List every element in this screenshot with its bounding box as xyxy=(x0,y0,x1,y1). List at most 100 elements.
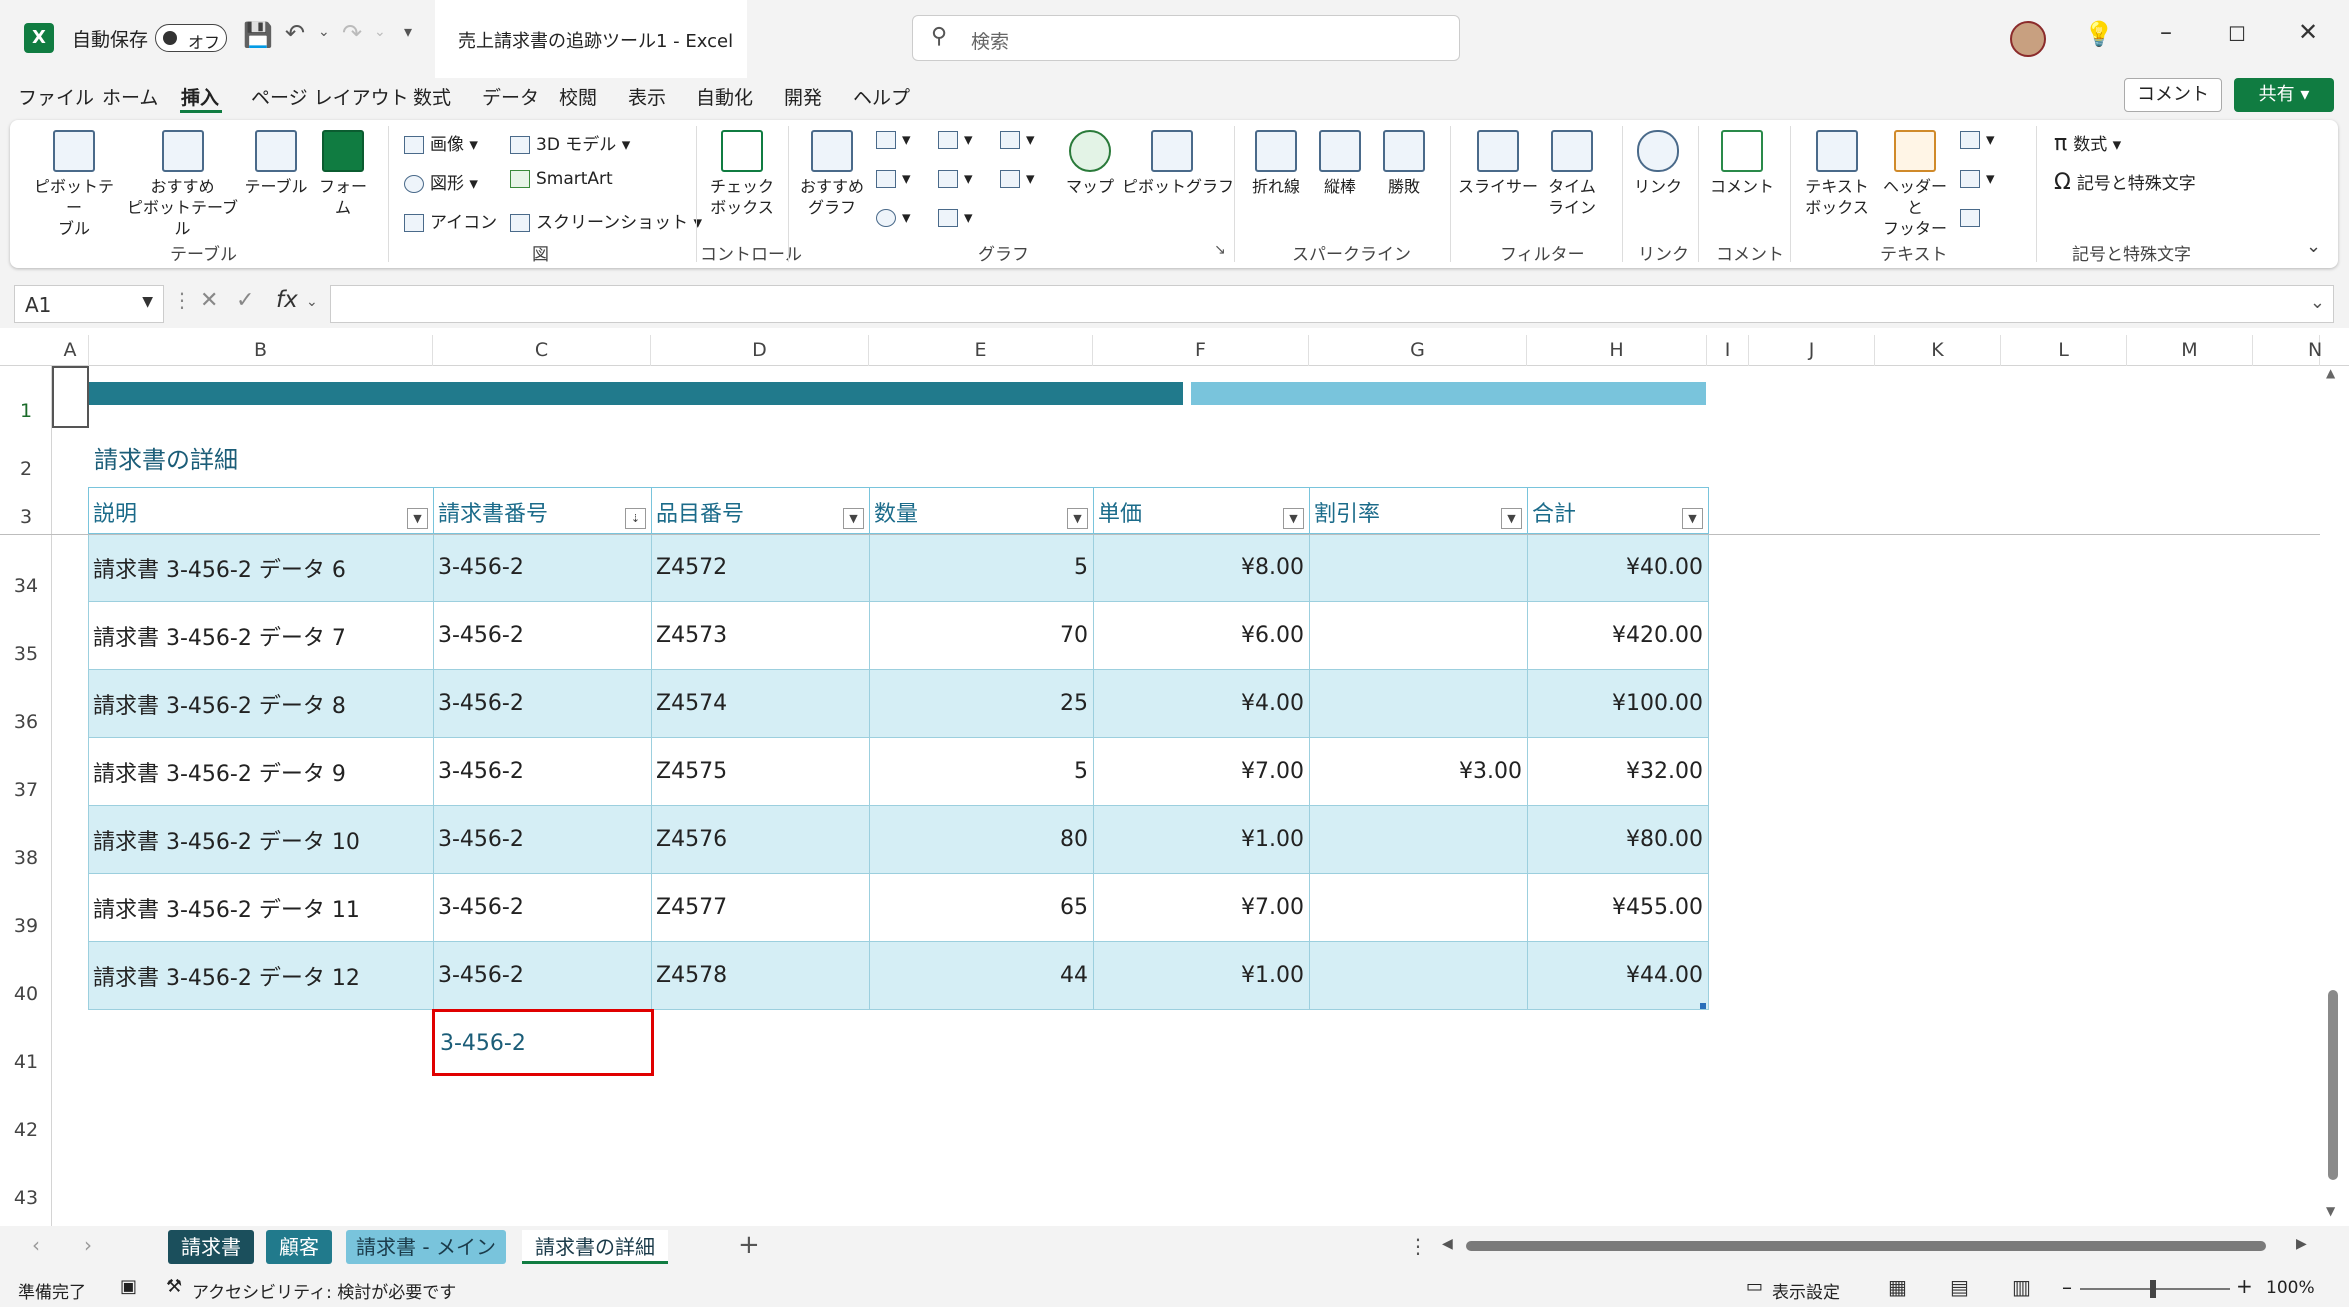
cell-description[interactable]: 請求書 3-456-2 データ 8 xyxy=(88,669,434,738)
textbox-button[interactable]: テキスト ボックス xyxy=(1800,130,1874,218)
combo-chart-button[interactable]: ▾ xyxy=(1000,169,1035,189)
pivot-chart-button[interactable]: ピボットグラフ xyxy=(1122,130,1234,197)
scroll-down-icon[interactable]: ▼ xyxy=(2326,1204,2335,1218)
column-header-a[interactable]: A xyxy=(52,335,89,366)
tab-review[interactable]: 校閲 xyxy=(559,83,597,110)
smartart-button[interactable]: SmartArt xyxy=(510,169,613,189)
header-cell-unit-price[interactable]: 単価 ▼ xyxy=(1093,487,1310,534)
search-box[interactable]: ⚲ 検索 xyxy=(912,15,1460,61)
row-header-3[interactable]: 3 xyxy=(0,506,52,528)
tab-data[interactable]: データ xyxy=(482,83,539,110)
selected-cell-a1[interactable] xyxy=(52,366,89,428)
filter-dropdown-icon[interactable]: ▼ xyxy=(1067,508,1088,529)
3d-model-button[interactable]: 3D モデル ▾ xyxy=(510,130,630,155)
accessibility-icon[interactable]: ⚒ xyxy=(166,1276,182,1297)
minimize-icon[interactable]: – xyxy=(2160,18,2172,46)
column-header-l[interactable]: L xyxy=(2001,335,2127,366)
cell-description[interactable]: 請求書 3-456-2 データ 11 xyxy=(88,873,434,942)
sheet-tab-invoice-details[interactable]: 請求書の詳細 xyxy=(522,1230,668,1264)
forms-button[interactable]: フォー ム xyxy=(312,130,374,218)
row-header-40[interactable]: 40 xyxy=(0,983,52,1005)
column-header-j[interactable]: J xyxy=(1749,335,1875,366)
tab-file[interactable]: ファイル xyxy=(18,83,94,110)
cell-total[interactable]: ¥32.00 xyxy=(1527,737,1709,806)
cell-total[interactable]: ¥100.00 xyxy=(1527,669,1709,738)
cell-total[interactable]: ¥44.00 xyxy=(1527,941,1709,1010)
cell-invoice-number[interactable]: 3-456-2 xyxy=(433,737,652,806)
column-header-m[interactable]: M xyxy=(2127,335,2253,366)
prev-sheet-icon[interactable]: ‹ xyxy=(32,1233,40,1257)
scroll-left-icon[interactable]: ◀ xyxy=(1442,1236,1453,1252)
macro-record-icon[interactable]: ▣ xyxy=(120,1276,137,1297)
cell-description[interactable]: 請求書 3-456-2 データ 10 xyxy=(88,805,434,874)
column-header-n[interactable]: N xyxy=(2253,335,2322,366)
sheet-tab-invoice[interactable]: 請求書 xyxy=(168,1230,254,1264)
row-header-35[interactable]: 35 xyxy=(0,643,52,665)
share-button[interactable]: 共有 ▾ xyxy=(2234,78,2334,112)
symbol-button[interactable]: Ω 記号と特殊文字 xyxy=(2054,169,2196,195)
cell-discount[interactable] xyxy=(1309,941,1528,1010)
maps-button[interactable]: マップ xyxy=(1062,130,1118,197)
row-header-36[interactable]: 36 xyxy=(0,711,52,733)
equation-button[interactable]: π 数式 ▾ xyxy=(2054,130,2121,156)
display-settings[interactable]: 表示設定 xyxy=(1772,1278,1840,1303)
customize-qat-icon[interactable]: ▾ xyxy=(404,22,412,41)
cell-description[interactable]: 請求書 3-456-2 データ 6 xyxy=(88,533,434,602)
scroll-up-icon[interactable]: ▲ xyxy=(2326,366,2335,380)
page-break-view-icon[interactable]: ▥ xyxy=(2012,1275,2031,1299)
column-header-k[interactable]: K xyxy=(1875,335,2001,366)
row-header-39[interactable]: 39 xyxy=(0,915,52,937)
cell-item-number[interactable]: Z4575 xyxy=(651,737,870,806)
tab-automate[interactable]: 自動化 xyxy=(696,83,753,110)
filter-dropdown-icon[interactable]: ▼ xyxy=(843,508,864,529)
cell-quantity[interactable]: 25 xyxy=(869,669,1094,738)
horizontal-scroll-thumb[interactable] xyxy=(1466,1241,2266,1251)
cell-quantity[interactable]: 5 xyxy=(869,533,1094,602)
sparkline-winloss-button[interactable]: 勝敗 xyxy=(1376,130,1432,197)
tab-split-handle-icon[interactable]: ⋮ xyxy=(1408,1234,1428,1258)
column-header-g[interactable]: G xyxy=(1309,335,1527,366)
column-header-i[interactable]: I xyxy=(1707,335,1749,366)
column-header-h[interactable]: H xyxy=(1527,335,1707,366)
header-cell-discount[interactable]: 割引率 ▼ xyxy=(1309,487,1528,534)
maximize-icon[interactable]: ☐ xyxy=(2228,22,2246,46)
chart-dialog-launcher-icon[interactable]: ↘ xyxy=(1214,242,1226,258)
cell-total[interactable]: ¥80.00 xyxy=(1527,805,1709,874)
row-header-42[interactable]: 42 xyxy=(0,1119,52,1141)
cell-total[interactable]: ¥420.00 xyxy=(1527,601,1709,670)
statistic-chart-button[interactable]: ▾ xyxy=(938,169,973,189)
column-chart-button[interactable]: ▾ xyxy=(876,130,911,150)
cell-unit-price[interactable]: ¥6.00 xyxy=(1093,601,1310,670)
tab-developer[interactable]: 開発 xyxy=(784,83,822,110)
icons-button[interactable]: アイコン xyxy=(404,208,497,233)
cell-discount[interactable]: ¥3.00 xyxy=(1309,737,1528,806)
cell-invoice-number[interactable]: 3-456-2 xyxy=(433,805,652,874)
cell-invoice-number[interactable]: 3-456-2 xyxy=(433,601,652,670)
close-icon[interactable]: ✕ xyxy=(2298,18,2318,46)
image-button[interactable]: 画像 ▾ xyxy=(404,130,478,155)
cell-discount[interactable] xyxy=(1309,873,1528,942)
cell-item-number[interactable]: Z4573 xyxy=(651,601,870,670)
highlighted-cell-c41[interactable]: 3-456-2 xyxy=(432,1009,654,1076)
cell-description[interactable]: 請求書 3-456-2 データ 7 xyxy=(88,601,434,670)
pivot-table-button[interactable]: ピボットテー ブル xyxy=(28,130,120,239)
link-button[interactable]: リンク xyxy=(1628,130,1688,197)
cancel-icon[interactable]: ✕ xyxy=(200,288,218,313)
cell-invoice-number[interactable]: 3-456-2 xyxy=(433,669,652,738)
row-header-37[interactable]: 37 xyxy=(0,779,52,801)
tab-insert[interactable]: 挿入 xyxy=(181,83,219,110)
user-avatar[interactable] xyxy=(2010,21,2046,57)
undo-dropdown-icon[interactable]: ⌄ xyxy=(318,24,330,40)
scatter-chart-button[interactable]: ▾ xyxy=(938,208,973,228)
column-header-f[interactable]: F xyxy=(1093,335,1309,366)
filter-dropdown-icon[interactable]: ▼ xyxy=(1283,508,1304,529)
sheet-tab-invoice-main[interactable]: 請求書 - メイン xyxy=(346,1230,506,1264)
timeline-button[interactable]: タイム ライン xyxy=(1544,130,1600,218)
cell-total[interactable]: ¥455.00 xyxy=(1527,873,1709,942)
hierarchy-chart-button[interactable]: ▾ xyxy=(938,130,973,150)
recommended-charts-button[interactable]: おすすめ グラフ xyxy=(796,130,868,218)
row-header-38[interactable]: 38 xyxy=(0,847,52,869)
cell-unit-price[interactable]: ¥1.00 xyxy=(1093,941,1310,1010)
cell-item-number[interactable]: Z4572 xyxy=(651,533,870,602)
cell-unit-price[interactable]: ¥1.00 xyxy=(1093,805,1310,874)
